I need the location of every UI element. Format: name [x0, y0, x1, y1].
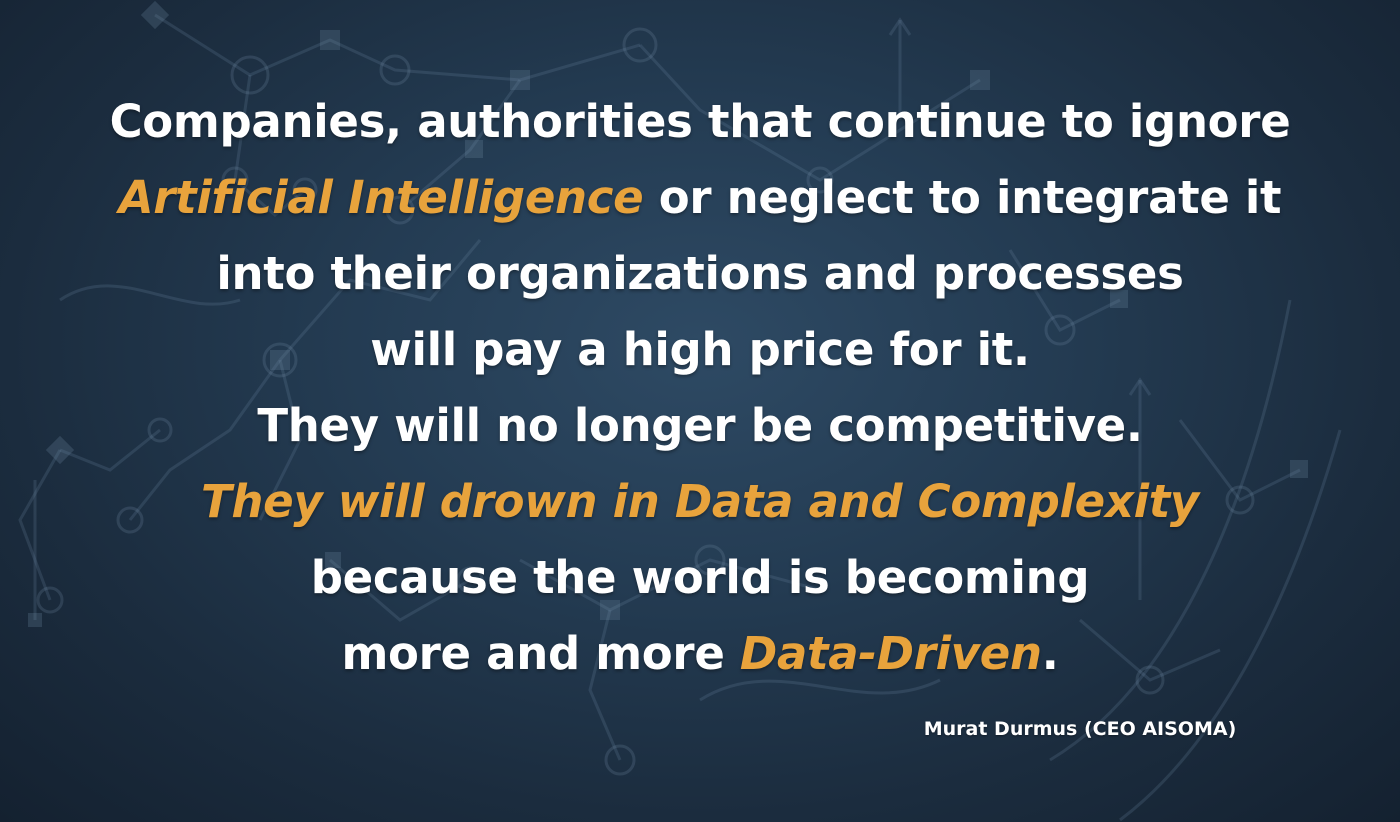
quote-line-4: will pay a high price for it. [370, 323, 1030, 376]
quote-line-2-rest: or neglect to integrate it [643, 171, 1282, 224]
quote-line-8-start: more and more [341, 627, 740, 680]
highlight-artificial-intelligence: Artificial Intelligence [118, 171, 644, 224]
quote-line-2: Artificial Intelligence or neglect to in… [0, 160, 1400, 236]
quote-line-8: more and more Data-Driven. [0, 616, 1400, 692]
quote-line-5: They will no longer be competitive. [257, 399, 1143, 452]
quote-line-3: into their organizations and processes [216, 247, 1184, 300]
quote-block: Companies, authorities that continue to … [0, 84, 1400, 692]
quote-line-1: Companies, authorities that continue to … [109, 95, 1291, 148]
quote-line-7: because the world is becoming [310, 551, 1090, 604]
quote-line-8-end: . [1041, 627, 1059, 680]
highlight-drown-in-data: They will drown in Data and Complexity [201, 475, 1199, 528]
quote-attribution: Murat Durmus (CEO AISOMA) [923, 718, 1237, 740]
highlight-data-driven: Data-Driven [739, 627, 1042, 680]
